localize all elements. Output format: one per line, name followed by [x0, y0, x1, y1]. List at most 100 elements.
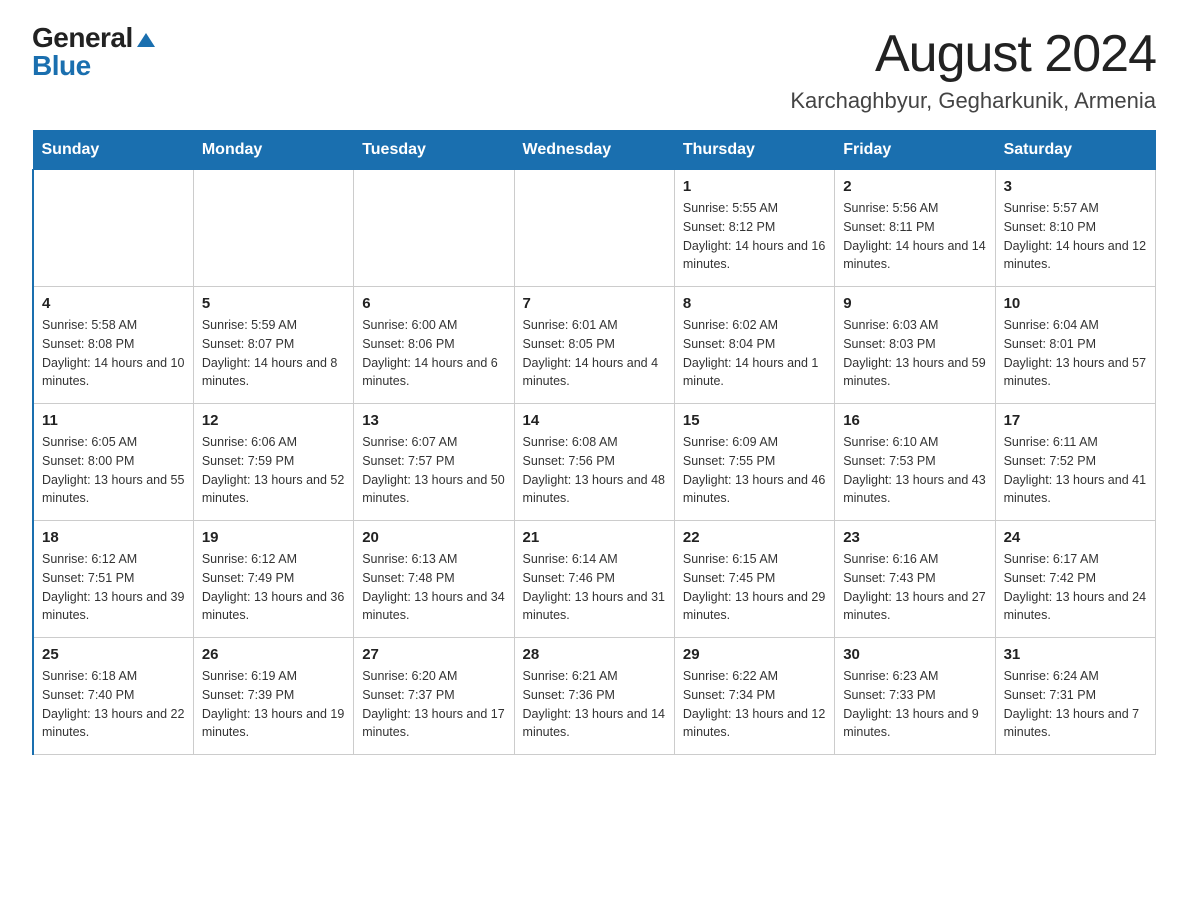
table-row: 18 Sunrise: 6:12 AMSunset: 7:51 PMDayligh… [33, 521, 193, 638]
day-info: Sunrise: 5:58 AMSunset: 8:08 PMDaylight:… [42, 316, 185, 391]
day-number: 16 [843, 412, 986, 429]
day-info: Sunrise: 6:21 AMSunset: 7:36 PMDaylight:… [523, 667, 666, 742]
day-number: 3 [1004, 178, 1147, 195]
table-row: 14 Sunrise: 6:08 AMSunset: 7:56 PMDayligh… [514, 404, 674, 521]
day-number: 5 [202, 295, 345, 312]
logo: General Blue [32, 24, 155, 80]
day-number: 14 [523, 412, 666, 429]
day-info: Sunrise: 6:23 AMSunset: 7:33 PMDaylight:… [843, 667, 986, 742]
day-info: Sunrise: 6:15 AMSunset: 7:45 PMDaylight:… [683, 550, 826, 625]
day-number: 29 [683, 646, 826, 663]
header: General Blue August 2024 Karchaghbyur, G… [32, 24, 1156, 114]
table-row: 4 Sunrise: 5:58 AMSunset: 8:08 PMDaylight… [33, 287, 193, 404]
day-info: Sunrise: 5:59 AMSunset: 8:07 PMDaylight:… [202, 316, 345, 391]
day-number: 9 [843, 295, 986, 312]
table-row: 2 Sunrise: 5:56 AMSunset: 8:11 PMDaylight… [835, 170, 995, 287]
table-row: 8 Sunrise: 6:02 AMSunset: 8:04 PMDaylight… [674, 287, 834, 404]
logo-general-text: General [32, 24, 133, 52]
table-row: 25 Sunrise: 6:18 AMSunset: 7:40 PMDayligh… [33, 638, 193, 755]
day-number: 25 [42, 646, 185, 663]
day-number: 27 [362, 646, 505, 663]
weekday-header-tuesday: Tuesday [354, 131, 514, 170]
table-row: 11 Sunrise: 6:05 AMSunset: 8:00 PMDayligh… [33, 404, 193, 521]
week-row-1: 1Sunrise: 5:55 AMSunset: 8:12 PMDaylight… [33, 170, 1156, 287]
weekday-header-saturday: Saturday [995, 131, 1155, 170]
day-number: 24 [1004, 529, 1147, 546]
day-info: Sunrise: 6:12 AMSunset: 7:51 PMDaylight:… [42, 550, 185, 625]
table-row [33, 170, 193, 287]
table-row: 3 Sunrise: 5:57 AMSunset: 8:10 PMDaylight… [995, 170, 1155, 287]
table-row: 23 Sunrise: 6:16 AMSunset: 7:43 PMDayligh… [835, 521, 995, 638]
day-number: 6 [362, 295, 505, 312]
logo-triangle-icon [137, 33, 155, 47]
day-info: Sunrise: 6:09 AMSunset: 7:55 PMDaylight:… [683, 433, 826, 508]
table-row: 6 Sunrise: 6:00 AMSunset: 8:06 PMDaylight… [354, 287, 514, 404]
weekday-header-sunday: Sunday [33, 131, 193, 170]
day-info: Sunrise: 6:04 AMSunset: 8:01 PMDaylight:… [1004, 316, 1147, 391]
table-row: 27 Sunrise: 6:20 AMSunset: 7:37 PMDayligh… [354, 638, 514, 755]
day-info: Sunrise: 5:57 AMSunset: 8:10 PMDaylight:… [1004, 199, 1147, 274]
day-info: Sunrise: 6:08 AMSunset: 7:56 PMDaylight:… [523, 433, 666, 508]
day-info: Sunrise: 6:19 AMSunset: 7:39 PMDaylight:… [202, 667, 345, 742]
day-number: 12 [202, 412, 345, 429]
table-row: 28Sunrise: 6:21 AMSunset: 7:36 PMDayligh… [514, 638, 674, 755]
logo-blue-text: Blue [32, 52, 91, 80]
day-number: 31 [1004, 646, 1147, 663]
table-row: 7 Sunrise: 6:01 AMSunset: 8:05 PMDaylight… [514, 287, 674, 404]
day-number: 17 [1004, 412, 1147, 429]
day-info: Sunrise: 6:01 AMSunset: 8:05 PMDaylight:… [523, 316, 666, 391]
day-number: 4 [42, 295, 185, 312]
day-number: 20 [362, 529, 505, 546]
day-number: 7 [523, 295, 666, 312]
table-row: 26Sunrise: 6:19 AMSunset: 7:39 PMDayligh… [193, 638, 353, 755]
day-info: Sunrise: 6:03 AMSunset: 8:03 PMDaylight:… [843, 316, 986, 391]
day-info: Sunrise: 5:56 AMSunset: 8:11 PMDaylight:… [843, 199, 986, 274]
day-info: Sunrise: 6:14 AMSunset: 7:46 PMDaylight:… [523, 550, 666, 625]
day-info: Sunrise: 6:00 AMSunset: 8:06 PMDaylight:… [362, 316, 505, 391]
title-area: August 2024 Karchaghbyur, Gegharkunik, A… [790, 24, 1156, 114]
day-info: Sunrise: 6:24 AMSunset: 7:31 PMDaylight:… [1004, 667, 1147, 742]
table-row [514, 170, 674, 287]
day-info: Sunrise: 6:16 AMSunset: 7:43 PMDaylight:… [843, 550, 986, 625]
table-row: 9 Sunrise: 6:03 AMSunset: 8:03 PMDaylight… [835, 287, 995, 404]
day-info: Sunrise: 6:10 AMSunset: 7:53 PMDaylight:… [843, 433, 986, 508]
table-row: 15 Sunrise: 6:09 AMSunset: 7:55 PMDayligh… [674, 404, 834, 521]
table-row: 21 Sunrise: 6:14 AMSunset: 7:46 PMDayligh… [514, 521, 674, 638]
table-row: 1Sunrise: 5:55 AMSunset: 8:12 PMDaylight… [674, 170, 834, 287]
month-title: August 2024 [790, 24, 1156, 84]
weekday-header-monday: Monday [193, 131, 353, 170]
day-number: 15 [683, 412, 826, 429]
day-number: 10 [1004, 295, 1147, 312]
table-row: 13Sunrise: 6:07 AMSunset: 7:57 PMDayligh… [354, 404, 514, 521]
table-row: 20 Sunrise: 6:13 AMSunset: 7:48 PMDayligh… [354, 521, 514, 638]
table-row [354, 170, 514, 287]
day-number: 19 [202, 529, 345, 546]
day-number: 2 [843, 178, 986, 195]
day-info: Sunrise: 6:05 AMSunset: 8:00 PMDaylight:… [42, 433, 185, 508]
table-row [193, 170, 353, 287]
day-info: Sunrise: 6:06 AMSunset: 7:59 PMDaylight:… [202, 433, 345, 508]
day-number: 13 [362, 412, 505, 429]
day-number: 11 [42, 412, 185, 429]
day-number: 8 [683, 295, 826, 312]
week-row-4: 18 Sunrise: 6:12 AMSunset: 7:51 PMDayligh… [33, 521, 1156, 638]
day-info: Sunrise: 6:22 AMSunset: 7:34 PMDaylight:… [683, 667, 826, 742]
day-info: Sunrise: 6:18 AMSunset: 7:40 PMDaylight:… [42, 667, 185, 742]
day-info: Sunrise: 6:02 AMSunset: 8:04 PMDaylight:… [683, 316, 826, 391]
day-info: Sunrise: 6:17 AMSunset: 7:42 PMDaylight:… [1004, 550, 1147, 625]
table-row: 12 Sunrise: 6:06 AMSunset: 7:59 PMDayligh… [193, 404, 353, 521]
day-number: 23 [843, 529, 986, 546]
day-info: Sunrise: 6:13 AMSunset: 7:48 PMDaylight:… [362, 550, 505, 625]
day-number: 18 [42, 529, 185, 546]
day-info: Sunrise: 6:20 AMSunset: 7:37 PMDaylight:… [362, 667, 505, 742]
weekday-header-wednesday: Wednesday [514, 131, 674, 170]
day-number: 30 [843, 646, 986, 663]
table-row: 17Sunrise: 6:11 AMSunset: 7:52 PMDayligh… [995, 404, 1155, 521]
table-row: 29 Sunrise: 6:22 AMSunset: 7:34 PMDayligh… [674, 638, 834, 755]
location-title: Karchaghbyur, Gegharkunik, Armenia [790, 88, 1156, 114]
weekday-header-friday: Friday [835, 131, 995, 170]
day-number: 21 [523, 529, 666, 546]
day-number: 22 [683, 529, 826, 546]
table-row: 10 Sunrise: 6:04 AMSunset: 8:01 PMDayligh… [995, 287, 1155, 404]
weekday-header-row: SundayMondayTuesdayWednesdayThursdayFrid… [33, 131, 1156, 170]
